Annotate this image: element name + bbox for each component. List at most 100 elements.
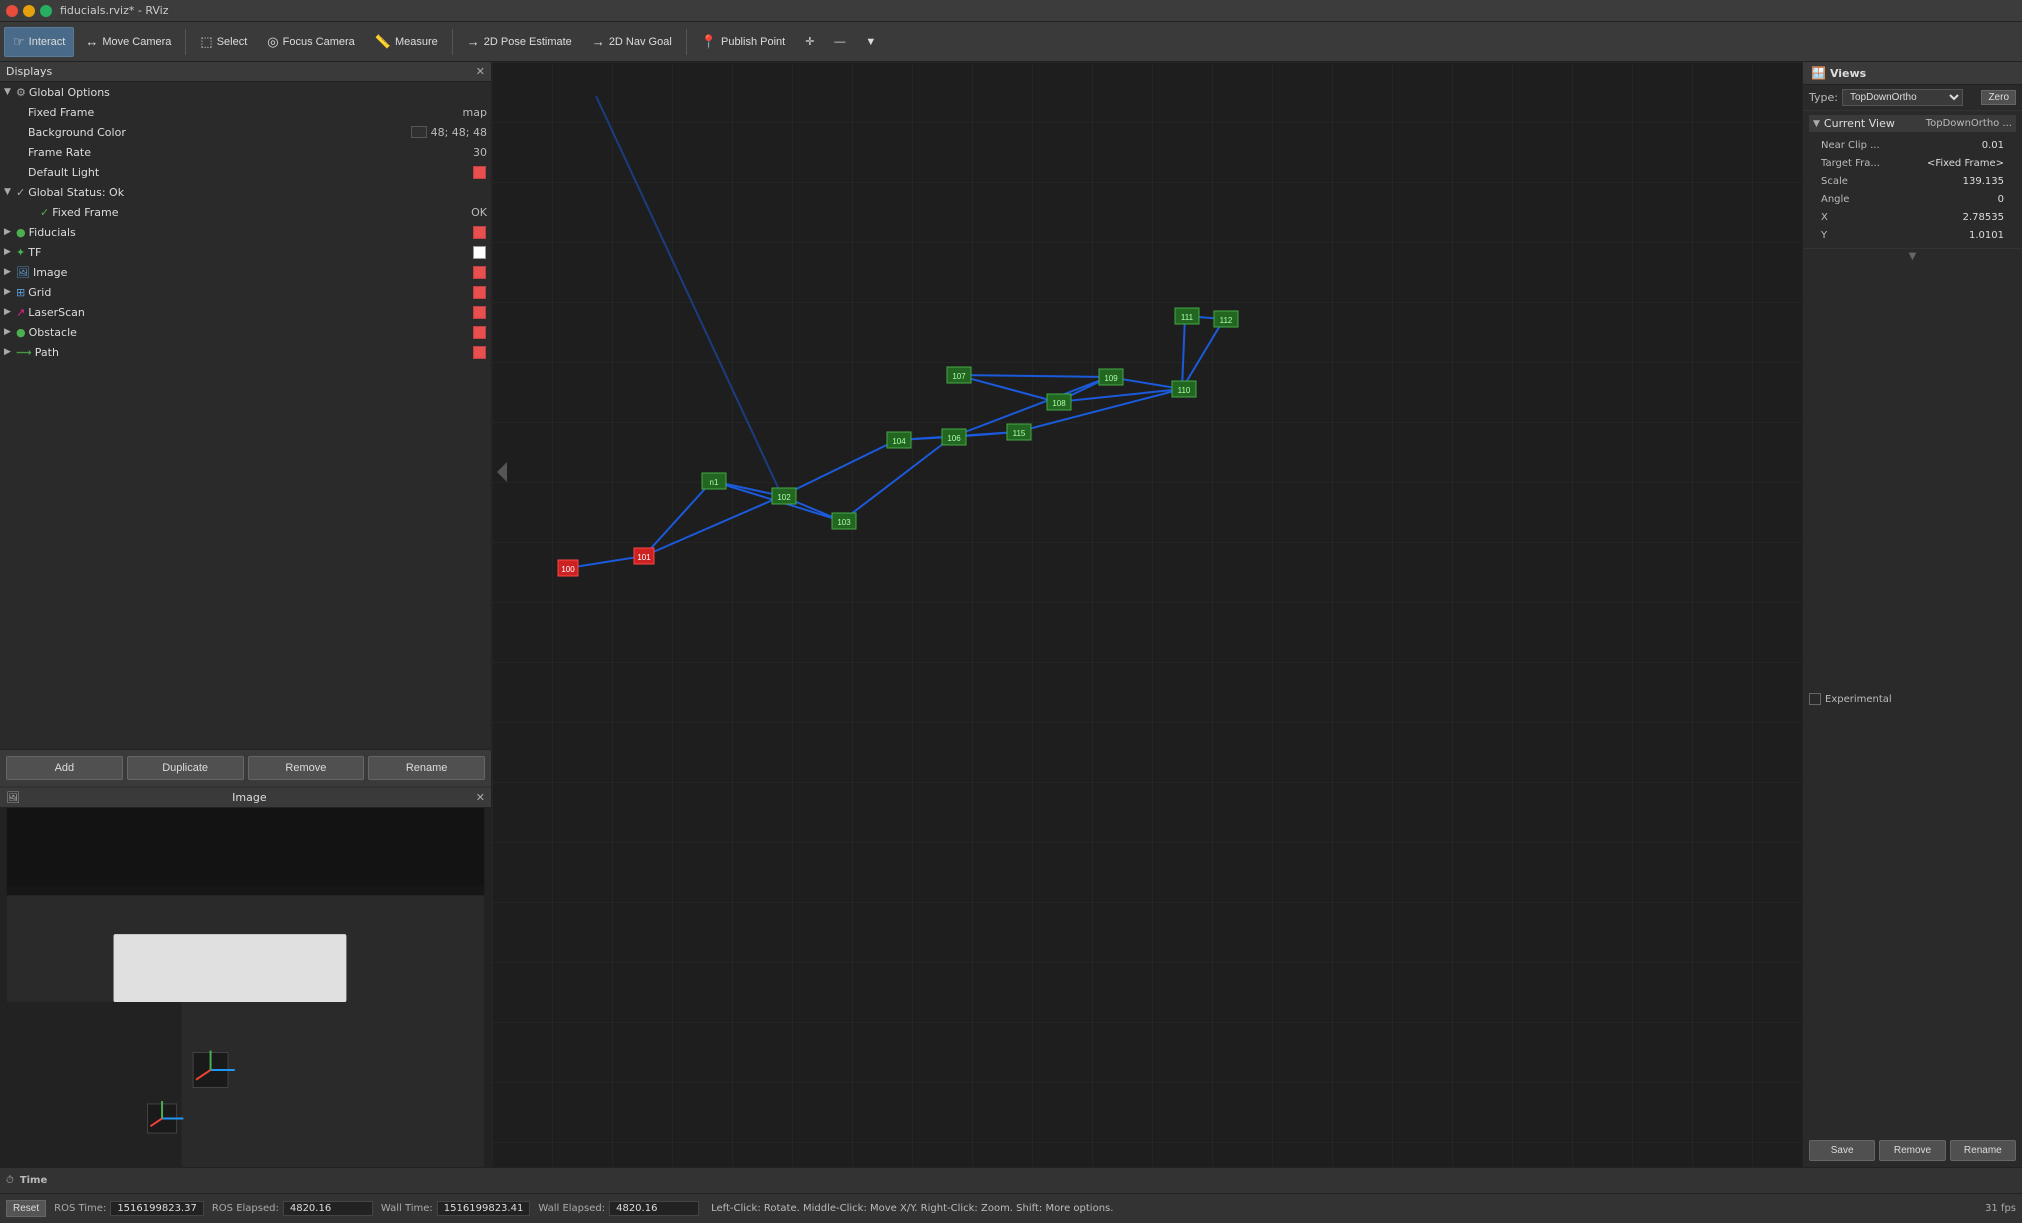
scroll-left-arrow[interactable] (497, 462, 507, 482)
y-label: Y (1821, 230, 1969, 241)
move-camera-button[interactable]: ↔ Move Camera (76, 27, 180, 57)
fixed-frame-row[interactable]: Fixed Frame map (0, 102, 491, 122)
tree-area[interactable]: ▼ ⚙ Global Options Fixed Frame map Backg… (0, 82, 491, 749)
interact-icon: ☞ (13, 34, 25, 50)
global-options-icon: ⚙ (16, 86, 26, 99)
obstacle-icon: ● (16, 326, 26, 339)
path-icon: ⟿ (16, 346, 32, 359)
image-checkbox[interactable] (471, 264, 487, 280)
angle-value: 0 (1998, 194, 2004, 205)
default-light-row[interactable]: Default Light (0, 162, 491, 182)
obstacle-checkbox[interactable] (471, 324, 487, 340)
image-panel-header: 🖼 Image ✕ (0, 788, 491, 808)
x-row: X 2.78535 (1809, 208, 2016, 226)
ros-elapsed-value: 4820.16 (283, 1201, 373, 1216)
laserscan-checkbox[interactable] (471, 304, 487, 320)
path-row[interactable]: ▶ ⟿ Path (0, 342, 491, 362)
duplicate-button[interactable]: Duplicate (127, 756, 244, 780)
near-clip-row: Near Clip ... 0.01 (1809, 136, 2016, 154)
grid-checkbox[interactable] (471, 284, 487, 300)
viewport[interactable]: 100 101 n1 102 103 104 (492, 62, 1802, 1167)
close-button[interactable] (6, 5, 18, 17)
fixed-frame-status-row[interactable]: ✓ Fixed Frame OK (0, 202, 491, 222)
current-view-arrow: ▼ (1813, 119, 1820, 129)
status-bar: Reset ROS Time: 1516199823.37 ROS Elapse… (0, 1193, 2022, 1223)
add-button[interactable]: Add (6, 756, 123, 780)
minimize-button[interactable] (23, 5, 35, 17)
fiducials-label: Fiducials (29, 226, 471, 239)
image-panel-close[interactable]: ✕ (476, 791, 485, 804)
save-view-button[interactable]: Save (1809, 1140, 1875, 1161)
measure-label: Measure (395, 36, 438, 48)
image-content[interactable] (0, 808, 491, 1167)
svg-text:106: 106 (947, 434, 961, 443)
focus-camera-label: Focus Camera (283, 36, 355, 48)
image-panel-icon: 🖼 (6, 791, 20, 804)
select-label: Select (217, 36, 248, 48)
default-light-checkbox[interactable] (471, 164, 487, 180)
extra-btn-1[interactable]: ✛ (796, 27, 823, 57)
image-row[interactable]: ▶ 🖼 Image (0, 262, 491, 282)
measure-button[interactable]: 📏 Measure (366, 27, 447, 57)
grid-svg (492, 62, 1802, 1167)
bg-color-row[interactable]: Background Color 48; 48; 48 (0, 122, 491, 142)
path-checkbox[interactable] (471, 344, 487, 360)
tf-icon: ✦ (16, 246, 25, 259)
grid-icon: ⊞ (16, 286, 25, 299)
remove-button[interactable]: Remove (248, 756, 365, 780)
svg-text:100: 100 (561, 565, 575, 574)
fiducials-row[interactable]: ▶ ● Fiducials (0, 222, 491, 242)
experimental-checkbox[interactable] (1809, 693, 1821, 705)
separator-3 (686, 29, 687, 55)
global-options-row[interactable]: ▼ ⚙ Global Options (0, 82, 491, 102)
global-status-row[interactable]: ▼ ✓ Global Status: Ok (0, 182, 491, 202)
pose-estimate-button[interactable]: → 2D Pose Estimate (458, 27, 581, 57)
fiducials-checkbox[interactable] (471, 224, 487, 240)
maximize-button[interactable] (40, 5, 52, 17)
obstacle-arrow: ▶ (4, 327, 16, 337)
reset-button[interactable]: Reset (6, 1200, 46, 1217)
time-bar: ⏱ Time (0, 1167, 2022, 1193)
interact-button[interactable]: ☞ Interact (4, 27, 74, 57)
angle-row: Angle 0 (1809, 190, 2016, 208)
nav-goal-button[interactable]: → 2D Nav Goal (583, 27, 681, 57)
rename-view-button[interactable]: Rename (1950, 1140, 2016, 1161)
focus-camera-button[interactable]: ◎ Focus Camera (258, 27, 363, 57)
time-title: Time (20, 1175, 47, 1186)
svg-text:107: 107 (952, 372, 966, 381)
bg-color-label: Background Color (28, 126, 411, 139)
frame-rate-row[interactable]: Frame Rate 30 (0, 142, 491, 162)
type-select[interactable]: TopDownOrtho Orbit XYOrbit ThirdPersonFo… (1842, 89, 1963, 106)
remove-view-button[interactable]: Remove (1879, 1140, 1945, 1161)
default-light-label: Default Light (28, 166, 471, 179)
rename-button[interactable]: Rename (368, 756, 485, 780)
window-buttons[interactable] (6, 5, 52, 17)
zero-button[interactable]: Zero (1981, 90, 2016, 105)
pose-estimate-icon: → (467, 34, 480, 49)
ros-time-value: 1516199823.37 (110, 1201, 204, 1216)
path-label: Path (35, 346, 471, 359)
select-button[interactable]: ⬚ Select (191, 27, 256, 57)
frame-rate-value: 30 (473, 146, 487, 159)
laserscan-row[interactable]: ▶ ↗ LaserScan (0, 302, 491, 322)
status-message: Left-Click: Rotate. Middle-Click: Move X… (711, 1203, 1113, 1214)
tf-checkbox[interactable] (471, 244, 487, 260)
views-scroll-down[interactable]: ▼ (1803, 249, 2022, 264)
separator-1 (185, 29, 186, 55)
publish-point-button[interactable]: 📍 Publish Point (692, 27, 794, 57)
tf-label: TF (28, 246, 471, 259)
displays-header: Displays ✕ (0, 62, 491, 82)
ros-elapsed-label: ROS Elapsed: (212, 1203, 279, 1214)
grid-row[interactable]: ▶ ⊞ Grid (0, 282, 491, 302)
grid-label: Grid (28, 286, 471, 299)
wall-elapsed-section: Wall Elapsed: 4820.16 (538, 1201, 699, 1216)
publish-point-icon: 📍 (701, 34, 717, 50)
extra-btn-2[interactable]: — (825, 27, 854, 57)
extra-btn-3[interactable]: ▼ (856, 27, 885, 57)
displays-close[interactable]: ✕ (476, 65, 485, 78)
views-type-row: Type: TopDownOrtho Orbit XYOrbit ThirdPe… (1803, 85, 2022, 111)
image-viewport-svg (0, 808, 491, 1167)
obstacle-row[interactable]: ▶ ● Obstacle (0, 322, 491, 342)
tf-row[interactable]: ▶ ✦ TF (0, 242, 491, 262)
views-icon: 🪟 (1811, 66, 1826, 80)
